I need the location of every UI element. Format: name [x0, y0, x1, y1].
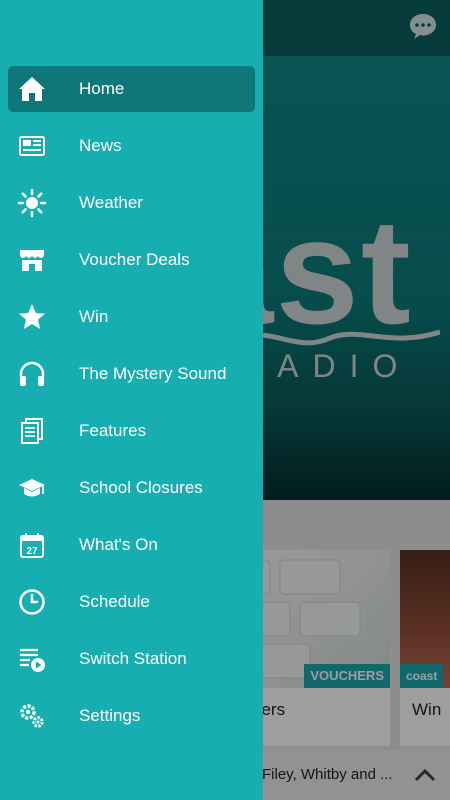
nav-item-weather[interactable]: Weather	[8, 180, 255, 226]
nav-item-label: The Mystery Sound	[79, 364, 227, 383]
navigation-drawer: Home News Weather Voucher Deals Win The …	[0, 0, 263, 800]
nav-item-switch-station[interactable]: Switch Station	[8, 636, 255, 682]
nav-item-whats-on[interactable]: 27 What's On	[8, 522, 255, 568]
nav-item-label: Home	[79, 79, 125, 98]
nav-item-label: Switch Station	[79, 649, 187, 668]
nav-item-win[interactable]: Win	[8, 294, 255, 340]
nav-item-label: School Closures	[79, 478, 203, 497]
nav-item-label: Win	[79, 307, 109, 326]
calendar-icon: 27	[10, 523, 54, 567]
nav-item-label: Features	[79, 421, 147, 440]
sun-icon	[10, 181, 54, 225]
newspaper-icon	[10, 124, 54, 168]
nav-item-voucher-deals[interactable]: Voucher Deals	[8, 237, 255, 283]
clock-icon	[10, 580, 54, 624]
nav-item-school-closures[interactable]: School Closures	[8, 465, 255, 511]
nav-item-features[interactable]: Features	[8, 408, 255, 454]
gears-icon	[10, 694, 54, 738]
nav-item-mystery-sound[interactable]: The Mystery Sound	[8, 351, 255, 397]
star-icon	[10, 295, 54, 339]
nav-item-label: Weather	[79, 193, 143, 212]
nav-item-home[interactable]: Home	[8, 66, 255, 112]
nav-item-label: Voucher Deals	[79, 250, 190, 269]
nav-item-label: News	[79, 136, 122, 155]
calendar-day-text: 27	[26, 546, 38, 557]
headphones-icon	[10, 352, 54, 396]
graduation-cap-icon	[10, 466, 54, 510]
store-icon	[10, 238, 54, 282]
nav-item-label: What's On	[79, 535, 158, 554]
nav-item-label: Schedule	[79, 592, 150, 611]
documents-icon	[10, 409, 54, 453]
nav-item-label: Settings	[79, 706, 141, 725]
nav-item-settings[interactable]: Settings	[8, 693, 255, 739]
home-icon	[10, 67, 54, 111]
nav-item-schedule[interactable]: Schedule	[8, 579, 255, 625]
playlist-play-icon	[10, 637, 54, 681]
nav-item-news[interactable]: News	[8, 123, 255, 169]
